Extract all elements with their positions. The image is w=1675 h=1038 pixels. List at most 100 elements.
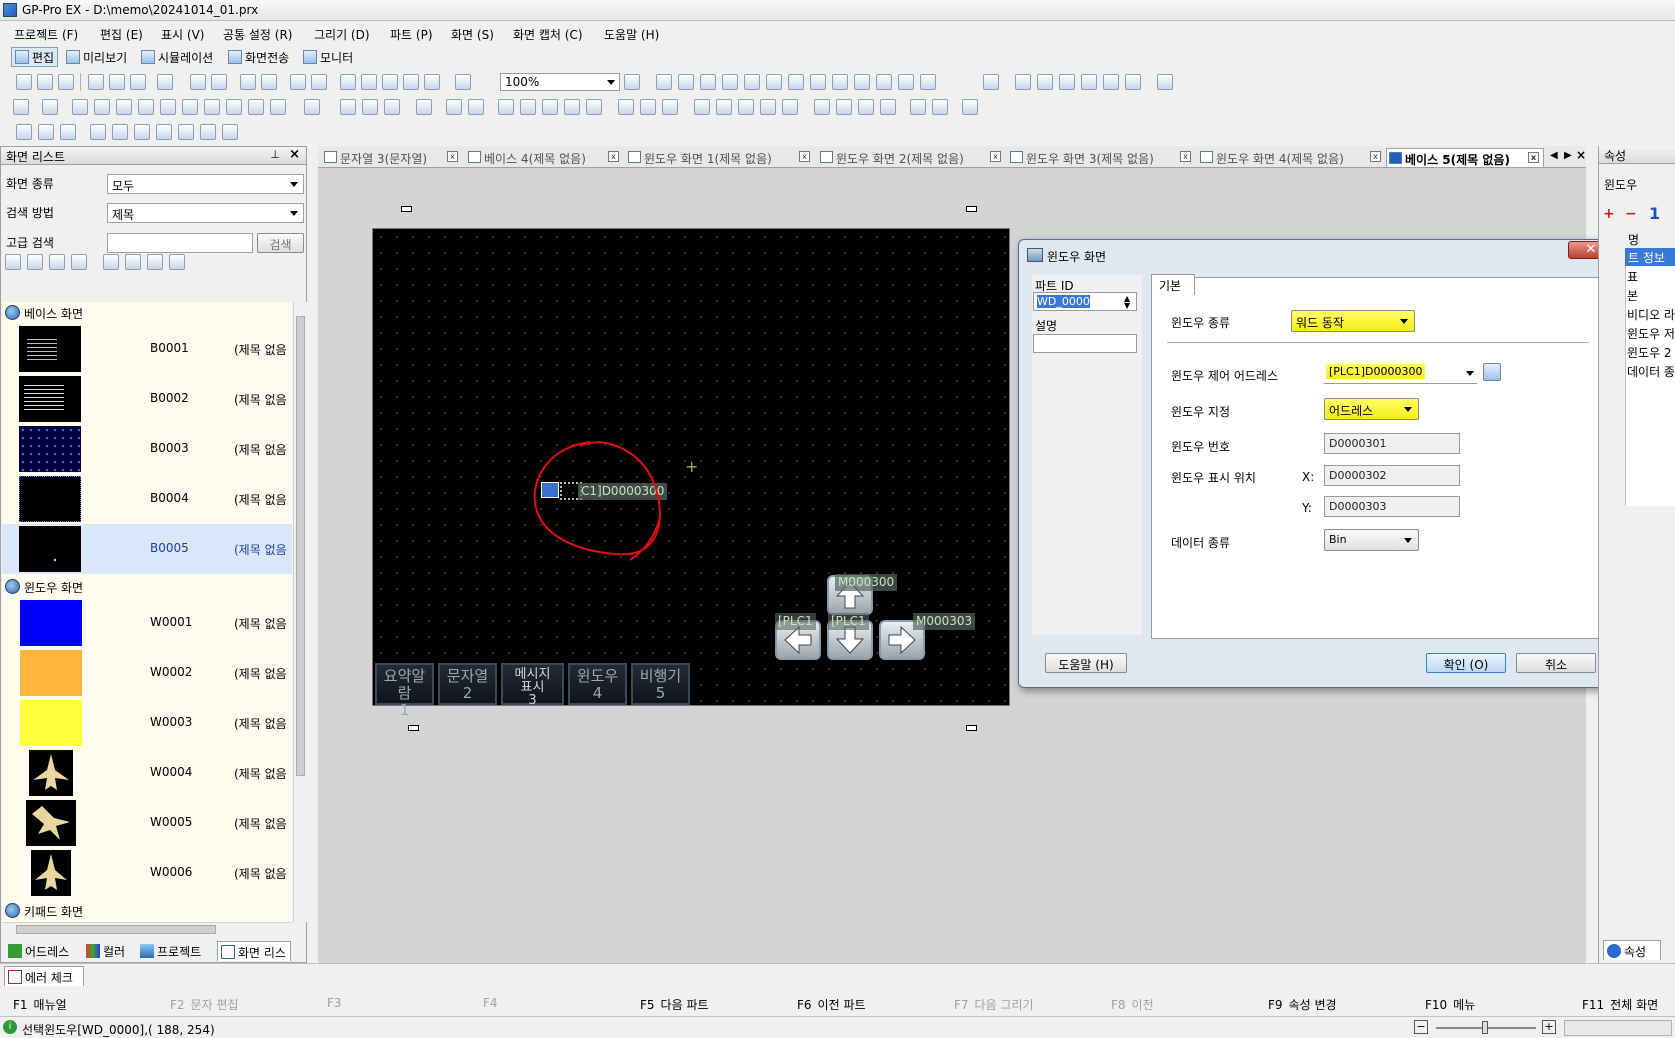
menu-edit[interactable]: 편집 (E): [100, 26, 143, 43]
list-item[interactable]: W0004 (제목 없음: [2, 748, 292, 798]
list-icon[interactable]: [858, 99, 874, 115]
screen-switch-button-4[interactable]: 윈도우 4: [568, 663, 627, 705]
cancel-button[interactable]: 취소: [1516, 653, 1596, 673]
part-tool-9-icon[interactable]: [898, 74, 914, 90]
vertical-scrollbar[interactable]: [293, 302, 307, 922]
mode-preview-button[interactable]: 미리보기: [63, 47, 130, 67]
part-tool-17-icon[interactable]: [1125, 74, 1141, 90]
spinner-icon[interactable]: ▲ ▼: [1124, 295, 1130, 310]
select-pointer-icon[interactable]: [13, 99, 29, 115]
mode-monitor-button[interactable]: 모니터: [300, 47, 356, 67]
lamp-part-icon[interactable]: [340, 99, 356, 115]
ellipse-icon[interactable]: [182, 99, 198, 115]
part-tool-8-icon[interactable]: [876, 74, 892, 90]
list-item-selected[interactable]: B0005 (제목 없음: [2, 524, 292, 574]
data-display-icon[interactable]: [416, 99, 432, 115]
screen-switch-button-5[interactable]: 비행기 5: [631, 663, 690, 705]
align-right-icon[interactable]: [60, 124, 76, 140]
tab-window-2[interactable]: 윈도우 화면 2(제목 없음) x: [818, 148, 1006, 167]
filebox-icon[interactable]: [836, 99, 852, 115]
part-tool-1-icon[interactable]: [656, 74, 672, 90]
property-item[interactable]: 윈도우 2: [1627, 344, 1672, 361]
cut-icon[interactable]: [340, 74, 356, 90]
zoom-in-icon[interactable]: +: [1542, 1020, 1556, 1034]
data-type-select[interactable]: Bin: [1324, 529, 1419, 551]
tab-scroll-left-icon[interactable]: ◀: [1550, 150, 1558, 161]
part-tool-3-icon[interactable]: [700, 74, 716, 90]
same-size-icon[interactable]: [200, 124, 216, 140]
search-button[interactable]: 검색: [257, 233, 304, 253]
menu-screen[interactable]: 화면 (S): [451, 26, 494, 43]
close-icon[interactable]: x: [608, 151, 619, 162]
menu-project[interactable]: 프로젝트 (F): [14, 26, 78, 43]
zoom-select[interactable]: 100%: [500, 73, 620, 91]
screen-switch-button-2[interactable]: 문자열 2: [438, 663, 497, 705]
redo-icon[interactable]: [311, 74, 327, 90]
dot-icon[interactable]: [72, 99, 88, 115]
tab-screen-list[interactable]: 화면 리스: [217, 941, 291, 961]
part-tool-5-icon[interactable]: [744, 74, 760, 90]
part-tool-7-icon[interactable]: [854, 74, 870, 90]
tab-window-4[interactable]: 윈도우 화면 4(제목 없음) x: [1198, 148, 1388, 167]
list-item[interactable]: W0001 (제목 없음: [2, 598, 292, 648]
list-item[interactable]: W0002 (제목 없음: [2, 648, 292, 698]
message-icon[interactable]: [782, 99, 798, 115]
flag-icon[interactable]: [1157, 74, 1173, 90]
search-method-select[interactable]: 제목: [107, 203, 304, 223]
resize-handle[interactable]: [966, 725, 977, 731]
sampling-icon[interactable]: [694, 99, 710, 115]
group-icon[interactable]: [222, 124, 238, 140]
bulb-icon[interactable]: [362, 99, 378, 115]
fkey-f9[interactable]: F9 속성 변경: [1268, 996, 1337, 1013]
part-tool-13-icon[interactable]: [1037, 74, 1053, 90]
control-address-input[interactable]: [PLC1]D0000300: [1324, 362, 1477, 384]
close-icon[interactable]: ×: [289, 147, 300, 162]
part-tool-14-icon[interactable]: [1059, 74, 1075, 90]
close-icon[interactable]: x: [1370, 151, 1381, 162]
distribute-v-icon[interactable]: [178, 124, 194, 140]
property-item[interactable]: 윈도우 저: [1627, 325, 1675, 342]
window-number-field[interactable]: D0000301: [1324, 433, 1460, 454]
description-input[interactable]: [1033, 334, 1137, 353]
table-icon[interactable]: [304, 99, 320, 115]
property-item[interactable]: 비디오 라: [1627, 306, 1675, 323]
align-bottom-icon[interactable]: [134, 124, 150, 140]
screen-save-icon[interactable]: [240, 74, 256, 90]
screen-tool-4-icon[interactable]: [169, 254, 185, 270]
screen-type-select[interactable]: 모두: [107, 174, 304, 194]
tree-icon[interactable]: [716, 99, 732, 115]
align-middle-icon[interactable]: [112, 124, 128, 140]
fkey-f10[interactable]: F10 메뉴: [1425, 996, 1475, 1013]
alarm-icon[interactable]: [618, 99, 634, 115]
property-item[interactable]: 표: [1627, 268, 1638, 285]
close-icon[interactable]: x: [799, 151, 810, 162]
close-icon[interactable]: x: [1528, 152, 1539, 163]
screen-close-icon[interactable]: [261, 74, 277, 90]
part-tool-6-icon[interactable]: [810, 74, 826, 90]
fkey-f11[interactable]: F11 전체 화면: [1582, 996, 1658, 1013]
list-item[interactable]: W0003 (제목 없음: [2, 698, 292, 748]
print-preview-icon[interactable]: [109, 74, 125, 90]
menu-help[interactable]: 도움말 (H): [604, 26, 659, 43]
duplicate-icon[interactable]: [403, 74, 419, 90]
info-icon[interactable]: [788, 74, 804, 90]
recipe-icon[interactable]: [814, 99, 830, 115]
scroll-thumb[interactable]: [16, 925, 216, 934]
add-icon[interactable]: +: [1603, 206, 1615, 222]
resize-handle[interactable]: [408, 725, 419, 731]
new-icon[interactable]: [16, 74, 32, 90]
undo-icon[interactable]: [290, 74, 306, 90]
delete-icon[interactable]: [424, 74, 440, 90]
rectangle-icon[interactable]: [138, 99, 154, 115]
align-top-icon[interactable]: [90, 124, 106, 140]
tab-properties[interactable]: 속성: [1603, 940, 1661, 960]
part-tool-4-icon[interactable]: [722, 74, 738, 90]
scale-icon[interactable]: [226, 99, 242, 115]
delete-screen-icon[interactable]: [71, 254, 87, 270]
fkey-f1[interactable]: F1 매뉴얼: [13, 996, 67, 1013]
screen-new-icon[interactable]: [190, 74, 206, 90]
bar-graph-icon[interactable]: [498, 99, 514, 115]
screen-switch-button-3[interactable]: 메시지 표시 3: [501, 663, 564, 707]
window-part-icon[interactable]: [640, 99, 656, 115]
save-icon[interactable]: [58, 74, 74, 90]
